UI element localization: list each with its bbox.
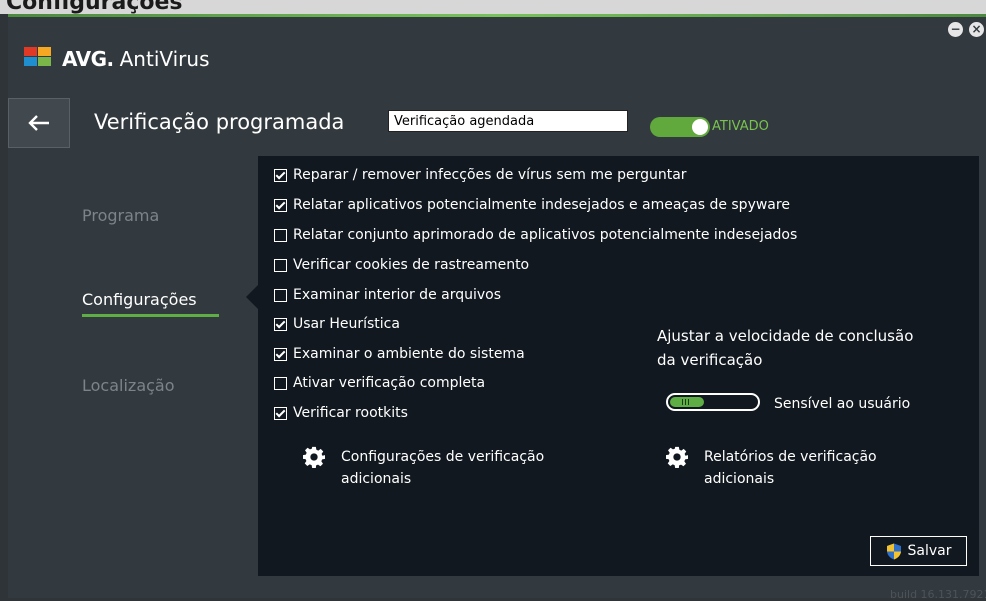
toggle-knob (692, 119, 708, 135)
option-scan-archives[interactable]: Examinar interior de arquivos (274, 285, 501, 305)
option-label: Verificar cookies de rastreamento (293, 257, 530, 273)
scan-name-input[interactable] (388, 110, 628, 132)
minimize-button[interactable]: − (948, 22, 963, 37)
option-label: Relatar conjunto aprimorado de aplicativ… (293, 227, 798, 243)
scan-enabled-toggle[interactable] (650, 117, 710, 137)
additional-reports-line1: Relatórios de verificação (704, 449, 877, 465)
option-report-enhanced-pup[interactable]: Relatar conjunto aprimorado de aplicativ… (274, 225, 797, 245)
checkbox[interactable] (274, 288, 287, 302)
additional-settings-line2: adicionais (341, 471, 412, 487)
additional-reports-line2: adicionais (704, 471, 775, 487)
app-logo: AVG. AntiVirus (24, 46, 210, 72)
back-arrow-icon (28, 115, 49, 131)
logo-product: AntiVirus (119, 47, 210, 71)
slider-grip-mark (688, 399, 689, 405)
page-title: Verificação programada (94, 110, 345, 134)
settings-panel: Reparar / remover infecções de vírus sem… (258, 156, 979, 576)
back-button[interactable] (8, 98, 70, 148)
logo-square-red (24, 47, 37, 56)
speed-heading-line2: da verificação (657, 351, 763, 369)
option-rootkits[interactable]: Verificar rootkits (274, 403, 408, 423)
option-report-pup-spyware[interactable]: Relatar aplicativos potencialmente indes… (274, 195, 790, 215)
option-label: Usar Heurística (293, 316, 400, 332)
speed-slider[interactable] (666, 393, 760, 411)
nav-item-localizacao[interactable]: Localização (82, 376, 175, 395)
avg-logo-icon (24, 47, 58, 71)
slider-grip-mark (685, 399, 686, 405)
nav-item-configuracoes[interactable]: Configurações (82, 290, 197, 309)
save-button[interactable]: Salvar (870, 536, 967, 566)
close-button[interactable]: × (969, 22, 984, 37)
checkbox[interactable] (274, 317, 287, 331)
checkbox[interactable] (274, 376, 287, 390)
gear-icon (666, 446, 688, 468)
checkbox[interactable] (274, 258, 287, 272)
logo-square-orange (38, 47, 51, 56)
option-repair-infections[interactable]: Reparar / remover infecções de vírus sem… (274, 165, 687, 185)
checkbox[interactable] (274, 198, 287, 212)
nav-active-pointer (246, 285, 258, 309)
option-tracking-cookies[interactable]: Verificar cookies de rastreamento (274, 255, 529, 275)
option-label: Verificar rootkits (293, 405, 408, 421)
option-label: Reparar / remover infecções de vírus sem… (293, 167, 687, 183)
speed-slider-fill (670, 397, 704, 407)
toggle-state-label: ATIVADO (712, 119, 769, 134)
slider-grip-mark (682, 399, 683, 405)
save-label: Salvar (907, 543, 952, 559)
checkbox[interactable] (274, 168, 287, 182)
speed-heading-line1: Ajustar a velocidade de conclusão (657, 327, 914, 345)
logo-square-blue (24, 57, 37, 66)
gear-icon (303, 446, 325, 468)
additional-scan-reports-link[interactable]: Relatórios de verificação adicionais (666, 446, 877, 490)
speed-heading: Ajustar a velocidade de conclusão da ver… (657, 324, 957, 372)
option-label: Relatar aplicativos potencialmente indes… (293, 197, 790, 213)
speed-level-label: Sensível ao usuário (774, 396, 911, 412)
option-label: Examinar interior de arquivos (293, 287, 502, 303)
document-heading: Configurações (6, 0, 183, 15)
nav-active-underline (82, 314, 219, 317)
checkbox[interactable] (274, 228, 287, 242)
logo-square-green (38, 57, 51, 66)
nav-item-programa[interactable]: Programa (82, 206, 159, 225)
option-label: Examinar o ambiente do sistema (293, 346, 525, 362)
avg-window: − × AVG. AntiVirus Verificação programad… (8, 14, 986, 601)
additional-scan-settings-link[interactable]: Configurações de verificação adicionais (303, 446, 544, 490)
uac-shield-icon (886, 543, 901, 559)
option-label: Ativar verificação completa (293, 375, 486, 391)
build-version: build 16.131.7921 (890, 588, 986, 601)
option-heuristics[interactable]: Usar Heurística (274, 314, 400, 334)
additional-settings-line1: Configurações de verificação (341, 449, 545, 465)
window-accent-bar (8, 14, 986, 17)
logo-brand: AVG. (62, 47, 114, 71)
checkbox[interactable] (274, 347, 287, 361)
document-heading-strip: Configurações (0, 0, 986, 15)
checkbox[interactable] (274, 406, 287, 420)
option-system-environment[interactable]: Examinar o ambiente do sistema (274, 344, 525, 364)
option-thorough-scan[interactable]: Ativar verificação completa (274, 373, 485, 393)
